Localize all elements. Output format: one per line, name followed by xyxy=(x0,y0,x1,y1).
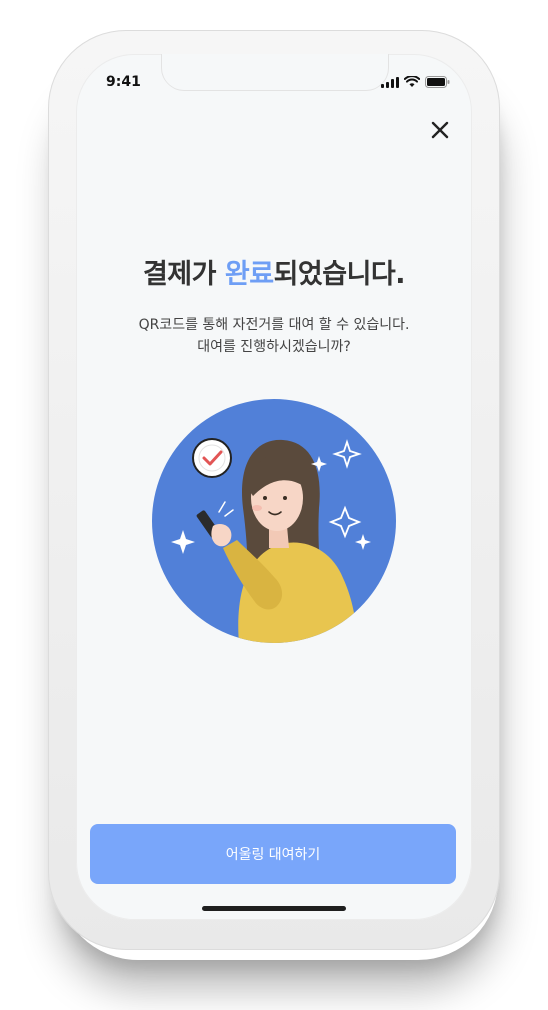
title-prefix: 결제가 xyxy=(142,259,225,290)
page-title: 결제가 완료되었습니다. xyxy=(76,252,472,291)
title-suffix: 되었습니다. xyxy=(273,259,406,290)
status-icons xyxy=(381,76,450,88)
status-time: 9:41 xyxy=(106,74,141,90)
subtitle-line-1: QR코드를 통해 자전거를 대여 할 수 있습니다. xyxy=(138,317,410,333)
title-accent: 완료 xyxy=(224,259,274,290)
check-badge-icon xyxy=(192,438,232,478)
home-indicator[interactable] xyxy=(202,906,346,911)
battery-icon xyxy=(425,76,450,88)
rent-bike-button-label: 어울링 대여하기 xyxy=(225,847,321,863)
close-button[interactable] xyxy=(428,118,452,142)
page-subtitle: QR코드를 통해 자전거를 대여 할 수 있습니다. 대여를 진행하시겠습니까? xyxy=(76,314,472,358)
app-screen: 9:41 결제가 완료되었습니다. QR코드를 통해 자전거를 대여 할 수 있… xyxy=(76,54,472,920)
notch xyxy=(162,54,388,90)
close-icon xyxy=(431,121,449,139)
woman-with-phone-illustration xyxy=(152,399,396,643)
rent-bike-button[interactable]: 어울링 대여하기 xyxy=(90,824,456,884)
wifi-icon xyxy=(404,76,420,87)
subtitle-line-2: 대여를 진행하시겠습니까? xyxy=(197,339,351,355)
signal-icon xyxy=(381,76,399,88)
